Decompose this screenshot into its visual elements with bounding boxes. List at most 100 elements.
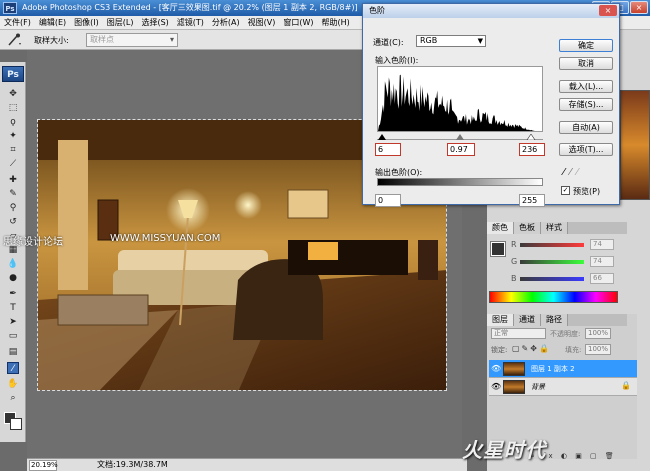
tab-layers[interactable]: 图层 <box>487 314 514 326</box>
preview-checkbox[interactable]: ✓ <box>561 186 570 195</box>
pen-tool-icon[interactable]: ✒ <box>7 288 19 300</box>
healing-brush-tool-icon[interactable]: ✚ <box>7 174 19 186</box>
load-button[interactable]: 载入(L)... <box>559 80 613 93</box>
save-button[interactable]: 存储(S)... <box>559 98 613 111</box>
lock-options-icon[interactable]: ▢✎✥🔒 <box>512 344 551 353</box>
marquee-tool-icon[interactable]: ⬚ <box>7 102 19 114</box>
layers-panel-tabs: 图层 通道 路径 <box>487 314 627 326</box>
chevron-down-icon: ▼ <box>477 37 483 45</box>
red-channel-label: R <box>511 240 517 249</box>
crop-tool-icon[interactable]: ⌗ <box>7 144 19 156</box>
black-point-handle <box>378 134 386 140</box>
magic-wand-tool-icon[interactable]: ✦ <box>7 130 19 142</box>
document-size-info[interactable]: 文档:19.3M/38.7M <box>97 459 168 471</box>
blur-tool-icon[interactable]: 💧 <box>7 258 19 270</box>
auto-button[interactable]: 自动(A) <box>559 121 613 134</box>
black-eyedropper-icon[interactable]: ⁄ <box>563 167 570 178</box>
dodge-tool-icon[interactable]: ● <box>7 272 19 284</box>
eye-icon[interactable]: 👁 <box>491 364 501 373</box>
tab-channels[interactable]: 通道 <box>514 314 541 326</box>
sample-size-value: 取样点 <box>90 35 114 44</box>
clone-stamp-tool-icon[interactable]: ⚲ <box>7 202 19 214</box>
white-eyedropper-icon[interactable]: ⁄ <box>576 167 583 178</box>
history-brush-tool-icon[interactable]: ↺ <box>7 216 19 228</box>
menu-help[interactable]: 帮助(H) <box>318 16 354 29</box>
output-black-field[interactable]: 0 <box>375 194 401 207</box>
tab-paths[interactable]: 路径 <box>541 314 568 326</box>
menu-image[interactable]: 图像(I) <box>70 16 103 29</box>
type-tool-icon[interactable]: T <box>7 302 19 314</box>
menu-analysis[interactable]: 分析(A) <box>208 16 244 29</box>
sample-size-label: 取样大小: <box>34 36 69 45</box>
input-black-field[interactable]: 6 <box>375 143 401 156</box>
eyedropper-tools: ⁄⁄⁄ <box>563 167 583 178</box>
channel-label: 通道(C): <box>373 38 404 47</box>
tab-color[interactable]: 颜色 <box>487 222 514 234</box>
path-selection-tool-icon[interactable]: ➤ <box>7 316 19 328</box>
menu-edit[interactable]: 编辑(E) <box>35 16 70 29</box>
blend-mode-select[interactable]: 正常 <box>491 328 546 339</box>
input-levels-slider[interactable] <box>377 134 543 140</box>
zoom-level-field[interactable]: 20.19% <box>29 460 58 471</box>
watermark-brand: 火星时代 <box>462 438 546 462</box>
slice-tool-icon[interactable]: ⟋ <box>7 158 19 170</box>
lock-icon: 🔒 <box>621 381 631 390</box>
cancel-button[interactable]: 取消 <box>559 57 613 70</box>
opacity-field[interactable]: 100% <box>585 328 611 339</box>
blue-value-field[interactable]: 66 <box>590 273 614 284</box>
lasso-tool-icon[interactable]: ϙ <box>7 116 19 128</box>
shape-tool-icon[interactable]: ▭ <box>7 330 19 342</box>
lock-label: 锁定: <box>491 346 508 354</box>
red-slider[interactable] <box>520 243 584 247</box>
color-spectrum-bar[interactable] <box>489 291 618 303</box>
sample-size-select[interactable]: 取样点 ▾ <box>86 33 178 47</box>
output-levels-slider[interactable] <box>377 178 543 186</box>
ok-button[interactable]: 确定 <box>559 39 613 52</box>
channel-select[interactable]: RGB ▼ <box>416 35 486 47</box>
layer-thumbnail <box>503 380 525 394</box>
menu-select[interactable]: 选择(S) <box>137 16 172 29</box>
color-panel-tabs: 颜色 色板 样式 <box>487 222 627 234</box>
options-button[interactable]: 选项(T)... <box>559 143 613 156</box>
levels-dialog: 色阶 × 通道(C): RGB ▼ 输入色阶(I): 6 0.97 236 输出… <box>362 3 620 207</box>
chevron-down-icon: ▾ <box>169 35 174 44</box>
input-gamma-field[interactable]: 0.97 <box>447 143 475 156</box>
move-tool-icon[interactable]: ✥ <box>7 88 19 100</box>
output-white-field[interactable]: 255 <box>519 194 545 207</box>
dialog-close-button[interactable]: × <box>599 5 617 16</box>
eyedropper-preset-icon[interactable] <box>6 33 22 47</box>
menu-filter[interactable]: 滤镜(T) <box>173 16 208 29</box>
blue-slider[interactable] <box>520 277 584 281</box>
eye-icon[interactable]: 👁 <box>491 382 501 391</box>
layer-row-background[interactable]: 👁 背景 🔒 <box>489 378 637 396</box>
menu-file[interactable]: 文件(F) <box>0 16 35 29</box>
tab-swatches[interactable]: 色板 <box>514 222 541 234</box>
close-button[interactable]: × <box>630 1 648 14</box>
green-channel-label: G <box>511 257 518 266</box>
input-white-field[interactable]: 236 <box>519 143 545 156</box>
histogram-bars <box>378 74 542 131</box>
notes-tool-icon[interactable]: ▤ <box>7 346 19 358</box>
menu-view[interactable]: 视图(V) <box>244 16 280 29</box>
dialog-title: 色阶 <box>369 6 385 15</box>
hand-tool-icon[interactable]: ✋ <box>7 378 19 390</box>
menu-layer[interactable]: 图层(L) <box>103 16 138 29</box>
brush-tool-icon[interactable]: ✎ <box>7 188 19 200</box>
color-panel-foreground[interactable] <box>490 241 506 257</box>
red-value-field[interactable]: 74 <box>590 239 614 250</box>
menu-window[interactable]: 窗口(W) <box>279 16 317 29</box>
channel-value: RGB <box>420 36 438 45</box>
green-slider[interactable] <box>520 260 584 264</box>
tab-styles[interactable]: 样式 <box>541 222 568 234</box>
blue-channel-label: B <box>511 274 517 283</box>
input-levels-label: 输入色阶(I): <box>375 56 419 65</box>
preview-label: 预览(P) <box>573 187 601 196</box>
zoom-tool-icon[interactable]: ⌕ <box>7 392 19 404</box>
layer-row-copy[interactable]: 👁 图层 1 副本 2 <box>489 360 637 378</box>
fill-field[interactable]: 100% <box>585 344 611 355</box>
watermark-forum: 思缘设计论坛 <box>3 237 63 248</box>
eyedropper-tool-icon[interactable]: ⁄ <box>7 362 19 374</box>
navigator-thumbnail <box>620 90 650 200</box>
background-color-swatch[interactable] <box>10 418 22 430</box>
green-value-field[interactable]: 74 <box>590 256 614 267</box>
